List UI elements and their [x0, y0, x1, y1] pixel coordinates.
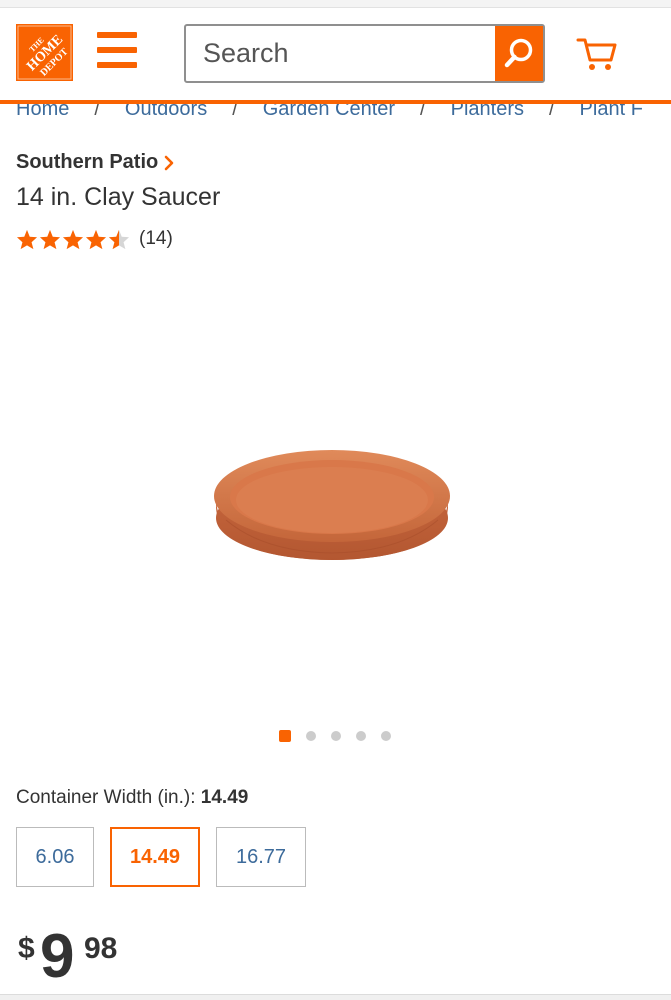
header-accent-bar — [0, 100, 671, 104]
width-option-16-77[interactable]: 16.77 — [216, 827, 306, 887]
container-width-label: Container Width (in.): 14.49 — [16, 787, 248, 809]
carousel-dot-5[interactable] — [381, 731, 391, 741]
home-depot-logo[interactable]: THE HOME DEPOT — [16, 24, 73, 81]
bottom-divider — [0, 994, 671, 1000]
carousel-dot-2[interactable] — [306, 731, 316, 741]
star-icon — [62, 229, 84, 249]
cart-button[interactable] — [576, 34, 618, 74]
carousel-dot-1[interactable] — [279, 730, 291, 742]
star-rating — [16, 229, 131, 250]
search-icon — [504, 38, 533, 67]
star-half-icon — [108, 229, 130, 249]
hamburger-icon-line — [97, 62, 137, 68]
star-icon — [85, 229, 107, 249]
review-count: (14) — [139, 228, 173, 249]
hamburger-icon-line — [97, 47, 137, 53]
site-header: THE HOME DEPOT — [0, 8, 671, 102]
star-icon — [39, 229, 61, 249]
search-button[interactable] — [495, 26, 543, 81]
option-label: Container Width (in.): — [16, 787, 196, 808]
status-strip — [0, 0, 671, 8]
clay-saucer-image — [214, 450, 450, 560]
search-bar — [184, 24, 545, 83]
brand-name: Southern Patio — [16, 151, 159, 173]
product-image[interactable] — [204, 440, 460, 570]
cart-icon — [576, 38, 617, 70]
star-icon — [16, 229, 38, 249]
menu-button[interactable] — [96, 30, 138, 72]
width-option-6-06[interactable]: 6.06 — [16, 827, 94, 887]
price-dollars: 9 — [40, 922, 75, 991]
price-cents: 98 — [84, 932, 118, 965]
price-currency: $ — [18, 932, 35, 965]
brand-link[interactable]: Southern Patio — [16, 151, 175, 174]
carousel-dot-4[interactable] — [356, 731, 366, 741]
rating-summary[interactable]: (14) — [16, 228, 173, 250]
chevron-right-icon — [164, 155, 174, 170]
carousel-dot-3[interactable] — [331, 731, 341, 741]
container-width-options: 6.06 14.49 16.77 — [16, 827, 322, 887]
logo-mark: THE HOME DEPOT — [16, 24, 73, 81]
width-option-14-49[interactable]: 14.49 — [110, 827, 200, 887]
hamburger-icon — [97, 32, 137, 38]
image-carousel-dots — [279, 730, 406, 742]
product-title: 14 in. Clay Saucer — [16, 183, 221, 211]
option-selected-value: 14.49 — [200, 787, 249, 808]
search-input[interactable] — [186, 26, 496, 81]
